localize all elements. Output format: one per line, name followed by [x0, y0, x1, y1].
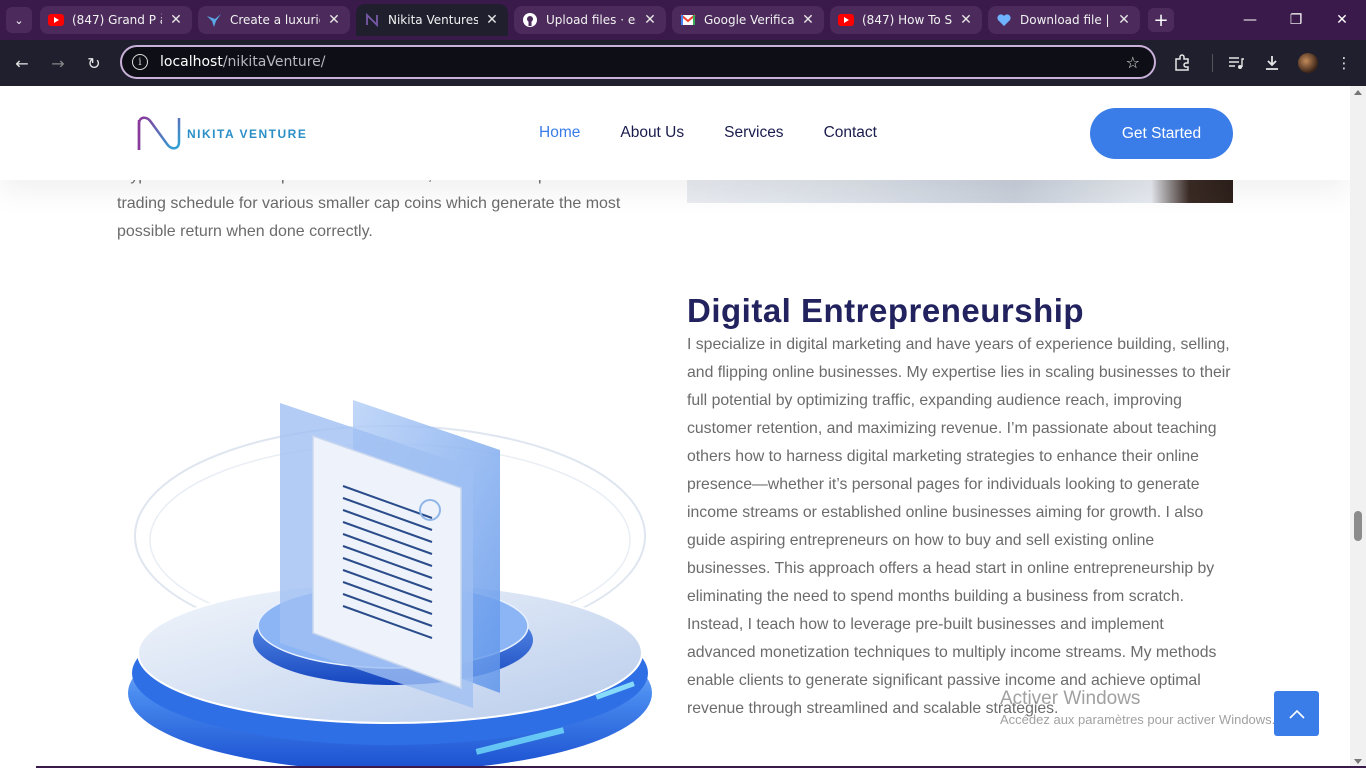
- site-header: NIKITA VENTURE Home About Us Services Co…: [0, 86, 1350, 180]
- logo-mark-icon: [137, 116, 181, 150]
- heart-icon: [996, 12, 1012, 28]
- github-icon: [522, 12, 538, 28]
- scroll-down-icon[interactable]: [1354, 759, 1362, 764]
- forward-icon[interactable]: →: [46, 51, 70, 75]
- chevron-up-icon: [1288, 709, 1305, 719]
- close-icon[interactable]: ✕: [484, 12, 500, 28]
- url-text[interactable]: localhost/nikitaVenture/: [160, 54, 326, 70]
- tab-title: Google Verificati: [704, 13, 794, 27]
- tab-download[interactable]: Download file | il ✕: [988, 6, 1140, 34]
- profile-avatar[interactable]: [1298, 53, 1318, 73]
- tab-strip: ⌄ (847) Grand P à c ✕ Create a luxuriou …: [0, 0, 1366, 40]
- maximize-icon[interactable]: ❐: [1284, 8, 1308, 32]
- page-scrollbar[interactable]: [1350, 86, 1366, 768]
- logo-text: NIKITA VENTURE: [187, 127, 308, 141]
- tab-create[interactable]: Create a luxuriou ✕: [198, 6, 350, 34]
- section-body: I specialize in digital marketing and ha…: [687, 336, 1231, 717]
- media-icon[interactable]: [1224, 51, 1248, 75]
- tab-title: Nikita Ventures: [388, 13, 478, 27]
- close-icon[interactable]: ✕: [326, 12, 342, 28]
- nav-services[interactable]: Services: [724, 124, 783, 142]
- nav-about-us[interactable]: About Us: [620, 124, 684, 142]
- activation-subtitle: Accédez aux paramètres pour activer Wind…: [1000, 712, 1276, 727]
- windows-activation-watermark: Activer Windows Accédez aux paramètres p…: [1000, 688, 1275, 727]
- close-icon[interactable]: ✕: [1116, 12, 1132, 28]
- tab-title: Download file | il: [1020, 13, 1110, 27]
- tab-title: (847) How To Se: [862, 13, 952, 27]
- scroll-up-icon[interactable]: [1354, 90, 1362, 95]
- menu-icon[interactable]: ⋮: [1332, 51, 1356, 75]
- close-icon[interactable]: ✕: [800, 12, 816, 28]
- tab-github[interactable]: Upload files · esp ✕: [514, 6, 666, 34]
- tab-title: Upload files · esp: [546, 13, 636, 27]
- digital-document-illustration: [128, 400, 652, 768]
- tab-youtube-2[interactable]: (847) How To Se ✕: [830, 6, 982, 34]
- tab-title: Create a luxuriou: [230, 13, 320, 27]
- main-nav: Home About Us Services Contact: [539, 124, 917, 142]
- url-path: /nikitaVenture/: [222, 54, 326, 70]
- close-icon[interactable]: ✕: [642, 12, 658, 28]
- bird-icon: [206, 12, 222, 28]
- scrollbar-thumb[interactable]: [1354, 511, 1362, 541]
- tab-gmail[interactable]: Google Verificati ✕: [672, 6, 824, 34]
- browser-toolbar: ← → ↻ i localhost/nikitaVenture/ ☆ ⋮: [0, 40, 1366, 86]
- youtube-icon: [48, 12, 64, 28]
- nikita-favicon: [364, 12, 380, 28]
- site-logo[interactable]: NIKITA VENTURE: [135, 114, 307, 154]
- tab-search-button[interactable]: ⌄: [6, 7, 32, 33]
- nav-home[interactable]: Home: [539, 124, 580, 142]
- section-title: Digital Entrepreneurship: [687, 292, 1085, 329]
- youtube-icon: [838, 12, 854, 28]
- toolbar-separator: [1212, 54, 1213, 72]
- close-icon[interactable]: ✕: [168, 12, 184, 28]
- new-tab-button[interactable]: +: [1148, 8, 1174, 32]
- tab-youtube-1[interactable]: (847) Grand P à c ✕: [40, 6, 192, 34]
- star-icon[interactable]: ☆: [1126, 53, 1140, 72]
- address-bar[interactable]: i localhost/nikitaVenture/ ☆: [120, 45, 1156, 79]
- minimize-icon[interactable]: —: [1238, 8, 1262, 32]
- download-icon[interactable]: [1260, 51, 1284, 75]
- nav-contact[interactable]: Contact: [824, 124, 877, 142]
- back-icon[interactable]: ←: [10, 51, 34, 75]
- reload-icon[interactable]: ↻: [82, 51, 106, 75]
- tab-title: (847) Grand P à c: [72, 13, 162, 27]
- info-icon[interactable]: i: [132, 54, 148, 70]
- activation-title: Activer Windows: [1000, 688, 1141, 709]
- url-host: localhost: [160, 54, 223, 70]
- back-to-top-button[interactable]: [1274, 691, 1319, 736]
- extensions-icon[interactable]: [1170, 51, 1194, 75]
- get-started-button[interactable]: Get Started: [1090, 108, 1233, 159]
- gmail-icon: [680, 12, 696, 28]
- tab-nikita-ventures[interactable]: Nikita Ventures ✕: [356, 4, 508, 36]
- web-page: crypto market's overall predictable sche…: [0, 86, 1350, 768]
- close-icon[interactable]: ✕: [958, 12, 974, 28]
- close-window-icon[interactable]: ✕: [1330, 8, 1354, 32]
